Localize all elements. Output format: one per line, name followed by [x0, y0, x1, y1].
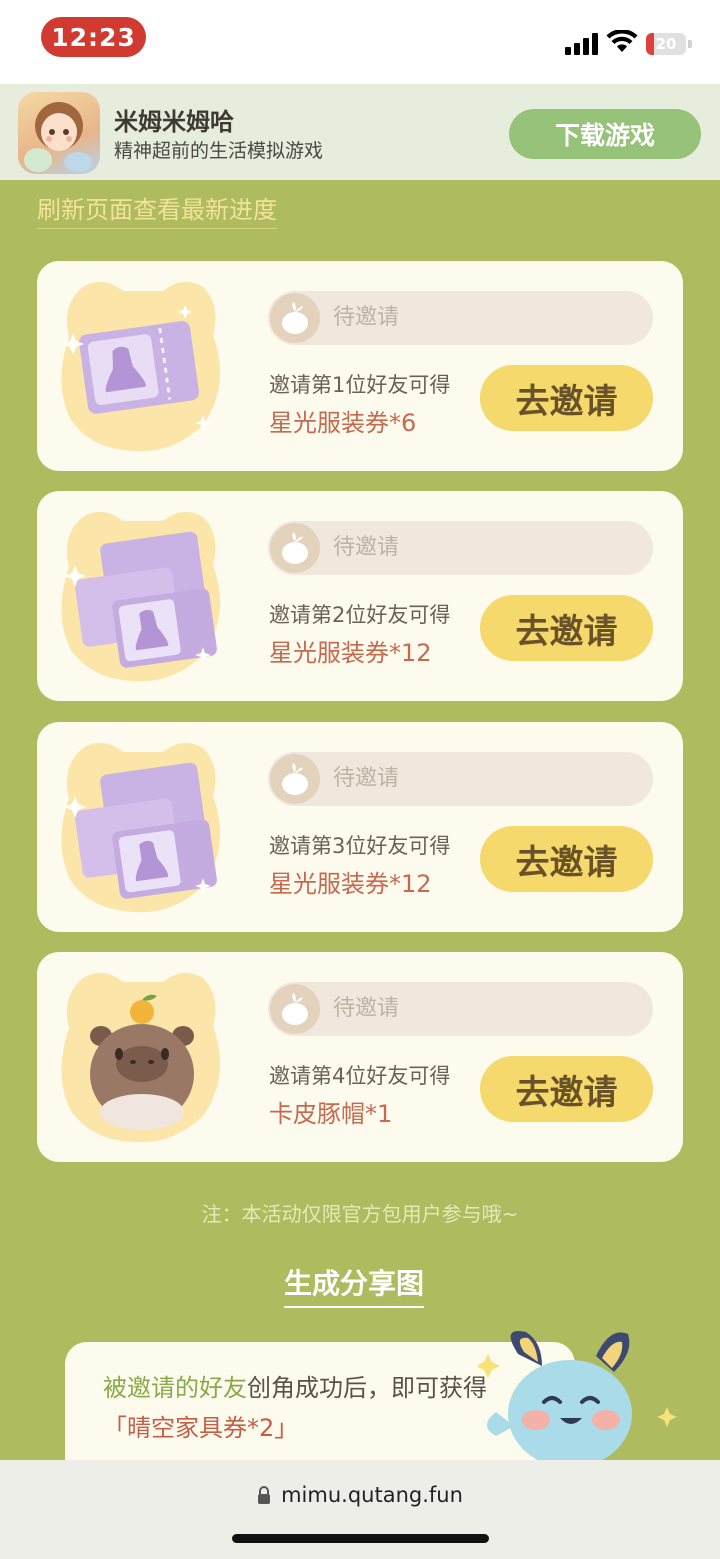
browser-url-bar[interactable]: mimu.qutang.fun: [0, 1460, 720, 1559]
invite-status-text: 待邀请: [333, 535, 400, 560]
invite-status-pill: 待邀请: [268, 752, 653, 806]
reward-item: 星光服装券*12: [269, 639, 432, 667]
reward-item: 星光服装券*12: [269, 870, 432, 898]
capybara-hat-icon: [61, 972, 221, 1143]
invite-status-text: 待邀请: [333, 996, 400, 1021]
reward-condition: 邀请第3位好友可得: [269, 834, 451, 858]
reward-condition: 邀请第2位好友可得: [269, 603, 451, 627]
placeholder-avatar-icon: [270, 984, 320, 1034]
reward-item: 星光服装券*6: [269, 409, 417, 437]
placeholder-avatar-icon: [270, 523, 320, 573]
invite-button[interactable]: 去邀请: [480, 1056, 653, 1122]
invite-status-pill: 待邀请: [268, 982, 653, 1036]
app-download-banner: 米姆米姆哈 精神超前的生活模拟游戏 下载游戏: [0, 84, 720, 180]
status-bar: 12:23 20: [0, 0, 720, 84]
refresh-progress-link[interactable]: 刷新页面查看最新进度: [37, 190, 277, 229]
placeholder-avatar-icon: [270, 754, 320, 804]
starlight-outfit-ticket-icon: [61, 281, 221, 452]
reward-card-4: 待邀请 邀请第4位好友可得 卡皮豚帽*1 去邀请: [37, 952, 683, 1162]
friend-reward-item: 「晴空家具券*2」: [103, 1414, 299, 1442]
app-character-icon: [24, 102, 92, 172]
battery-level: 20: [655, 35, 677, 53]
battery-icon: 20: [646, 33, 686, 55]
invite-status-pill: 待邀请: [268, 521, 653, 575]
clock: 12:23: [41, 17, 146, 57]
invite-button[interactable]: 去邀请: [480, 365, 653, 431]
starlight-outfit-ticket-stack-icon: [61, 742, 221, 913]
reward-condition: 邀请第4位好友可得: [269, 1064, 451, 1088]
app-tagline: 精神超前的生活模拟游戏: [114, 140, 324, 162]
battery-tip: [688, 40, 692, 48]
url-text: mimu.qutang.fun: [281, 1483, 463, 1507]
friend-reward-text: 被邀请的好友创角成功后，即可获得「晴空家具券*2」: [103, 1368, 523, 1448]
activity-note: 注：本活动仅限官方包用户参与哦~: [201, 1202, 519, 1226]
lock-icon: [258, 1486, 271, 1504]
invite-status-text: 待邀请: [333, 766, 400, 791]
friend-reward-body: 创角成功后，即可获得: [247, 1374, 487, 1402]
url-row: mimu.qutang.fun: [0, 1483, 720, 1507]
app-name: 米姆米姆哈: [114, 108, 234, 136]
reward-card-3: 待邀请 邀请第3位好友可得 星光服装券*12 去邀请: [37, 722, 683, 932]
reward-card-2: 待邀请 邀请第2位好友可得 星光服装券*12 去邀请: [37, 491, 683, 701]
invite-button[interactable]: 去邀请: [480, 826, 653, 892]
invite-status-pill: 待邀请: [268, 291, 653, 345]
reward-condition: 邀请第1位好友可得: [269, 373, 451, 397]
cellular-signal-icon: [565, 33, 598, 55]
placeholder-avatar-icon: [270, 293, 320, 343]
starlight-outfit-ticket-stack-icon: [61, 511, 221, 682]
mascot-character-icon: [478, 1330, 677, 1468]
generate-share-image-link[interactable]: 生成分享图: [284, 1262, 425, 1308]
reward-card-1: 待邀请 邀请第1位好友可得 星光服装券*6 去邀请: [37, 261, 683, 471]
invite-status-text: 待邀请: [333, 305, 400, 330]
invite-button[interactable]: 去邀请: [480, 595, 653, 661]
friend-reward-highlight: 被邀请的好友: [103, 1374, 247, 1402]
home-indicator[interactable]: [232, 1534, 489, 1543]
reward-item: 卡皮豚帽*1: [269, 1100, 393, 1128]
app-icon[interactable]: [18, 92, 100, 174]
download-game-button[interactable]: 下载游戏: [509, 109, 701, 159]
wifi-icon: [606, 30, 638, 52]
